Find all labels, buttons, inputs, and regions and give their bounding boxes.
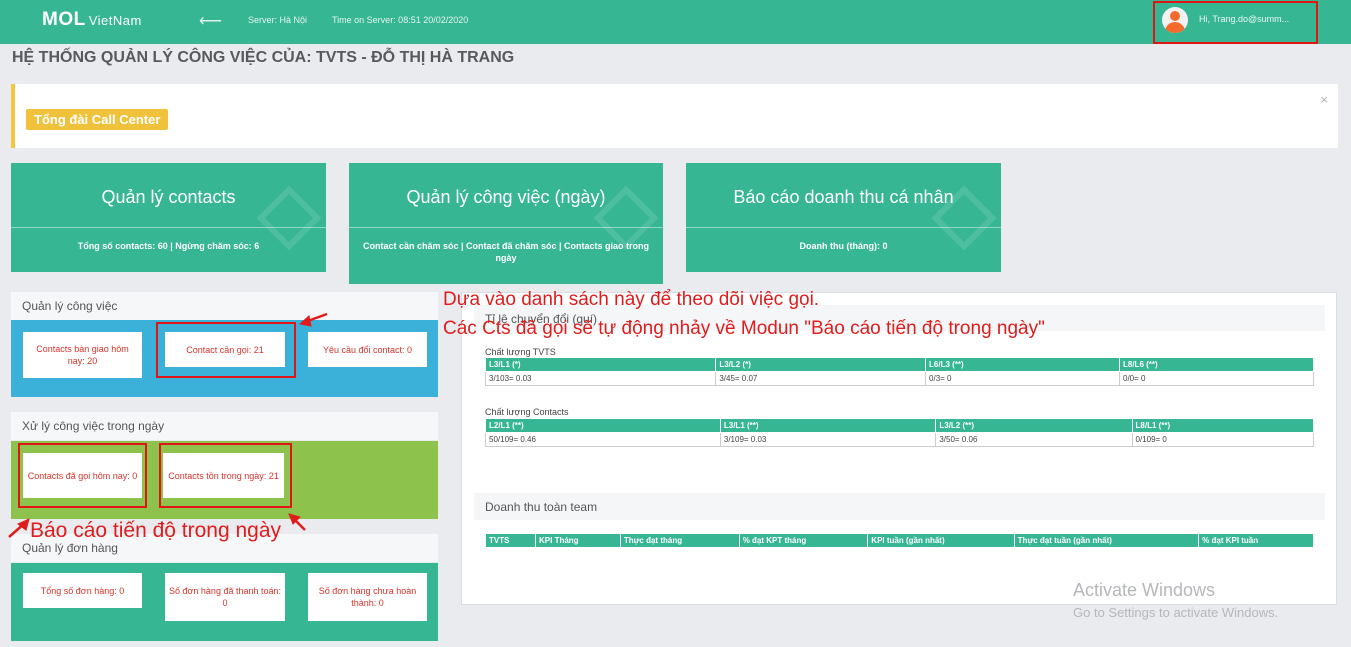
table-header: L3/L2 (**)	[935, 418, 1133, 433]
card-contacts[interactable]: Quản lý contacts Tổng số contacts: 60 | …	[11, 163, 326, 272]
activate-windows-title: Activate Windows	[1073, 580, 1216, 600]
table-cell: 50/109= 0.46	[485, 432, 721, 447]
highlight-box	[156, 322, 296, 378]
table-header: L3/L1 (**)	[719, 418, 937, 433]
change-request-tile[interactable]: Yêu cầu đổi contact: 0	[308, 332, 427, 367]
table-header: L3/L1 (*)	[484, 357, 717, 372]
card-title: Báo cáo doanh thu cá nhân	[733, 187, 954, 207]
paid-orders-tile[interactable]: Số đơn hàng đã thanh toán: 0	[165, 573, 285, 621]
table-header: L8/L1 (**)	[1131, 418, 1315, 433]
logo[interactable]: MOL VietNam	[42, 9, 142, 31]
tvts-quality-label: Chất lượng TVTS	[485, 347, 556, 357]
callcenter-bar: Tổng đài Call Center ×	[11, 84, 1338, 148]
callcenter-button[interactable]: Tổng đài Call Center	[26, 109, 169, 130]
table-header: Thực đạt tháng	[619, 533, 740, 548]
annotation-text: Các Cts đã gọi sẽ tự động nhảy về Modun …	[443, 318, 1045, 339]
highlight-box	[18, 443, 147, 508]
user-avatar-icon[interactable]	[1162, 7, 1188, 33]
arrow-icon	[292, 517, 306, 531]
card-stats: Contact cần chăm sóc | Contact đã chăm s…	[362, 241, 650, 263]
handover-today-tile[interactable]: Contacts bàn giao hôm nay: 20	[23, 332, 142, 378]
card-stats: Tổng số contacts: 60 | Ngừng chăm sóc: 6	[77, 241, 260, 251]
user-menu[interactable]: Hi, Trang.do@summ...	[1153, 1, 1318, 44]
arrow-icon	[17, 518, 30, 531]
table-header: L2/L1 (**)	[485, 418, 721, 433]
annotation-text: Báo cáo tiến độ trong ngày	[30, 519, 282, 542]
table-header: % đạt KPT tháng	[738, 533, 869, 548]
card-title: Quản lý contacts	[101, 187, 236, 207]
activate-windows-subtitle: Go to Settings to activate Windows.	[1073, 605, 1279, 620]
top-bar: MOL VietNam ⟵ Server: Hà Nội Time on Serv…	[0, 0, 1351, 44]
table-cell: 3/50= 0.06	[935, 432, 1133, 447]
table-header: L3/L2 (*)	[715, 357, 927, 372]
table-header: Thực đạt tuần (gần nhất)	[1013, 533, 1200, 548]
table-cell: 3/45= 0.07	[715, 371, 927, 386]
close-icon[interactable]: ×	[1320, 92, 1328, 107]
unfinished-orders-tile[interactable]: Số đơn hàng chưa hoàn thành: 0	[308, 573, 427, 621]
card-revenue[interactable]: Báo cáo doanh thu cá nhân Doanh thu (thá…	[686, 163, 1001, 272]
total-orders-tile[interactable]: Tổng số đơn hàng: 0	[23, 573, 142, 608]
work-section-title: Quản lý công việc	[11, 292, 438, 320]
team-revenue-title: Doanh thu toàn team	[474, 493, 1325, 520]
table-cell: 3/103= 0.03	[484, 371, 717, 386]
table-header: % đạt KPI tuần	[1198, 533, 1314, 548]
table-cell: 0/109= 0	[1131, 432, 1315, 447]
table-header: KPI tuần (gần nhất)	[867, 533, 1015, 548]
table-header: TVTS	[484, 533, 537, 548]
card-work[interactable]: Quản lý công việc (ngày) Contact cần chă…	[349, 163, 663, 284]
user-greeting[interactable]: Hi, Trang.do@summ...	[1199, 14, 1289, 24]
orders-panel: Tổng số đơn hàng: 0 Số đơn hàng đã thanh…	[11, 563, 438, 641]
back-arrow-icon[interactable]: ⟵	[199, 11, 222, 31]
daily-section-title: Xử lý công việc trong ngày	[11, 412, 438, 440]
contacts-quality-table: L2/L1 (**) L3/L1 (**) L3/L2 (**) L8/L1 (…	[485, 418, 1315, 447]
highlight-box	[159, 443, 292, 508]
server-time: Time on Server: 08:51 20/02/2020	[332, 15, 469, 25]
contacts-quality-label: Chất lượng Contacts	[485, 407, 569, 417]
table-header: L6/L3 (**)	[925, 357, 1120, 372]
table-header: L8/L6 (**)	[1119, 357, 1314, 372]
card-stats: Doanh thu (tháng): 0	[799, 241, 888, 251]
table-cell: 0/3= 0	[925, 371, 1120, 386]
server-label: Server: Hà Nội	[248, 15, 308, 25]
tvts-quality-table: L3/L1 (*) L3/L2 (*) L6/L3 (**) L8/L6 (**…	[484, 357, 1314, 386]
page-title: HỆ THỐNG QUẢN LÝ CÔNG VIỆC CỦA: TVTS - Đ…	[12, 49, 515, 66]
table-header: KPI Tháng	[535, 533, 621, 548]
table-cell: 3/109= 0.03	[719, 432, 937, 447]
annotation-text: Dựa vào danh sách này để theo dõi việc g…	[443, 289, 820, 310]
card-title: Quản lý công việc (ngày)	[406, 187, 606, 207]
table-cell: 0/0= 0	[1119, 371, 1314, 386]
team-revenue-table: TVTS KPI Tháng Thực đạt tháng % đạt KPT …	[484, 533, 1314, 548]
